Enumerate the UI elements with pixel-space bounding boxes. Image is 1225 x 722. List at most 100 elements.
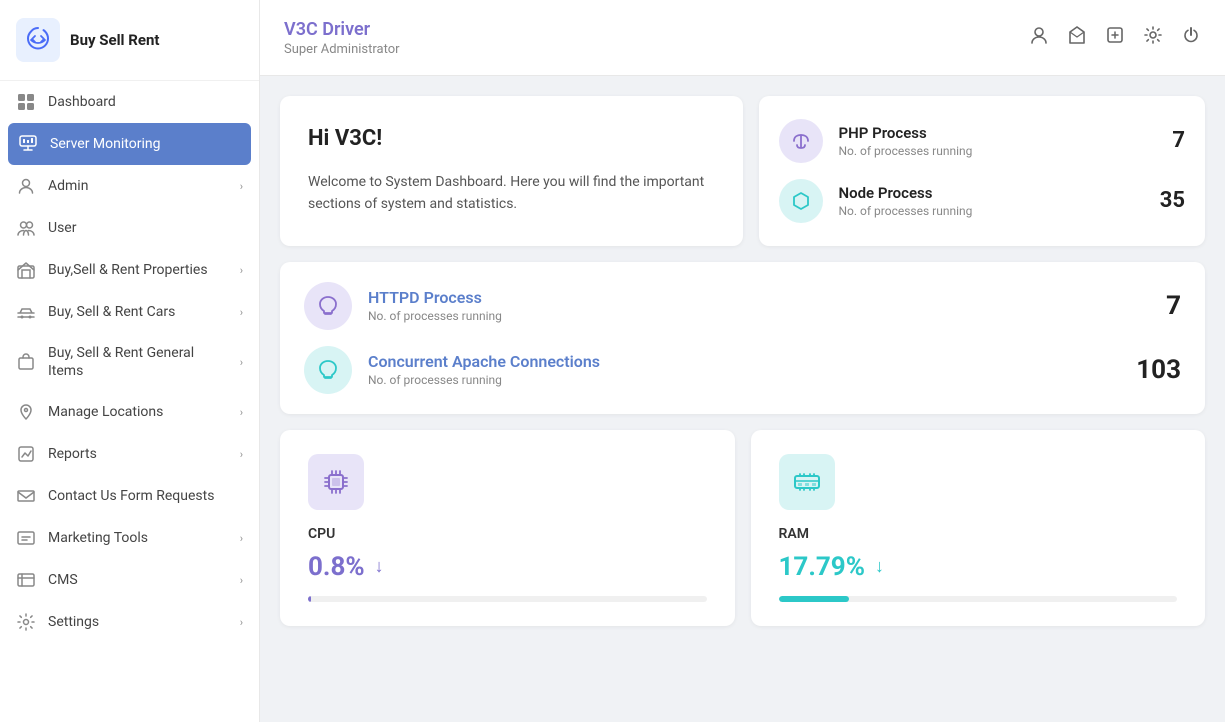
chevron-icon: › [240, 306, 243, 319]
cpu-icon [308, 454, 364, 510]
welcome-greeting: Hi V3C! [308, 126, 715, 151]
sidebar-item-buy-sell-cars[interactable]: Buy, Sell & Rent Cars › [0, 291, 259, 333]
cpu-arrow-icon: ↓ [375, 556, 384, 577]
chevron-icon: › [240, 264, 243, 277]
sidebar: Buy Sell Rent Dashboard Server Monitorin… [0, 0, 260, 722]
node-process-info: Node Process No. of processes running [839, 184, 1144, 218]
server-monitoring-icon [18, 134, 38, 154]
sidebar-item-label: Reports [48, 445, 228, 463]
node-process-icon [779, 179, 823, 223]
cpu-metric-card: CPU 0.8% ↓ [280, 430, 735, 626]
welcome-card: Hi V3C! Welcome to System Dashboard. Her… [280, 96, 743, 246]
main-content: V3C Driver Super Administrator [260, 0, 1225, 722]
sidebar-item-label: Buy, Sell & Rent General Items [48, 344, 228, 380]
profile-icon[interactable] [1029, 25, 1049, 50]
sidebar-item-label: Dashboard [48, 93, 243, 111]
php-process-name: PHP Process [839, 124, 1157, 142]
node-process-count: 35 [1160, 188, 1185, 213]
settings-header-icon[interactable] [1143, 25, 1163, 50]
httpd-info: HTTPD Process No. of processes running [368, 288, 1150, 323]
sidebar-item-admin[interactable]: Admin › [0, 165, 259, 207]
chevron-icon: › [240, 532, 243, 545]
apache-sub: No. of processes running [368, 373, 1120, 387]
ram-bar-wrap [779, 596, 1178, 602]
ram-value: 17.79% [779, 552, 865, 582]
sidebar-item-marketing-tools[interactable]: Marketing Tools › [0, 517, 259, 559]
httpd-row: HTTPD Process No. of processes running 7… [280, 262, 1205, 414]
process-card: PHP Process No. of processes running 7 N… [759, 96, 1206, 246]
sidebar-item-label: User [48, 219, 243, 237]
chevron-icon: › [240, 616, 243, 629]
dashboard-icon [16, 92, 36, 112]
sidebar-item-label: Buy,Sell & Rent Properties [48, 261, 228, 279]
user-icon [16, 218, 36, 238]
sidebar-item-label: Admin [48, 177, 228, 195]
contact-icon [16, 486, 36, 506]
header-actions [1029, 25, 1201, 50]
cpu-bar-wrap [308, 596, 707, 602]
logo-icon [16, 18, 60, 62]
ram-arrow-icon: ↓ [875, 556, 884, 577]
ram-icon [779, 454, 835, 510]
header-title: V3C Driver [284, 19, 400, 40]
chevron-icon: › [240, 180, 243, 193]
apache-info: Concurrent Apache Connections No. of pro… [368, 352, 1120, 387]
sidebar-item-buy-sell-general[interactable]: Buy, Sell & Rent General Items › [0, 333, 259, 391]
cpu-value: 0.8% [308, 552, 365, 582]
sidebar-item-settings[interactable]: Settings › [0, 601, 259, 643]
alert-icon[interactable] [1067, 25, 1087, 50]
php-process-item: PHP Process No. of processes running 7 [779, 119, 1186, 163]
welcome-message: Welcome to System Dashboard. Here you wi… [308, 171, 715, 216]
properties-icon [16, 260, 36, 280]
php-process-info: PHP Process No. of processes running [839, 124, 1157, 158]
cpu-value-row: 0.8% ↓ [308, 552, 707, 582]
apache-connections-item: Concurrent Apache Connections No. of pro… [304, 346, 1181, 394]
sidebar-item-label: Manage Locations [48, 403, 228, 421]
chevron-icon: › [240, 448, 243, 461]
sidebar-item-user[interactable]: User [0, 207, 259, 249]
ram-value-row: 17.79% ↓ [779, 552, 1178, 582]
sidebar-item-label: CMS [48, 571, 228, 589]
httpd-count: 7 [1166, 291, 1181, 321]
cars-icon [16, 302, 36, 322]
sidebar-item-server-monitoring[interactable]: Server Monitoring [8, 123, 251, 165]
sidebar-item-buy-sell-properties[interactable]: Buy,Sell & Rent Properties › [0, 249, 259, 291]
admin-icon [16, 176, 36, 196]
cpu-label: CPU [308, 526, 707, 542]
general-items-icon [16, 352, 36, 372]
welcome-row: Hi V3C! Welcome to System Dashboard. Her… [280, 96, 1205, 246]
apache-name: Concurrent Apache Connections [368, 352, 1120, 371]
marketing-icon [16, 528, 36, 548]
node-process-item: Node Process No. of processes running 35 [779, 179, 1186, 223]
sidebar-item-label: Server Monitoring [50, 135, 241, 153]
sidebar-item-reports[interactable]: Reports › [0, 433, 259, 475]
php-process-count: 7 [1172, 128, 1185, 153]
sidebar-item-label: Settings [48, 613, 228, 631]
settings-icon [16, 612, 36, 632]
chevron-icon: › [240, 406, 243, 419]
sidebar-item-dashboard[interactable]: Dashboard [0, 81, 259, 123]
sidebar-item-contact-form[interactable]: Contact Us Form Requests [0, 475, 259, 517]
apache-count: 103 [1136, 355, 1181, 385]
dashboard-content: Hi V3C! Welcome to System Dashboard. Her… [260, 76, 1225, 646]
power-icon[interactable] [1181, 25, 1201, 50]
sidebar-item-cms[interactable]: CMS › [0, 559, 259, 601]
httpd-icon [304, 282, 352, 330]
header-info: V3C Driver Super Administrator [284, 19, 400, 57]
chevron-icon: › [240, 574, 243, 587]
metrics-row: CPU 0.8% ↓ [280, 430, 1205, 626]
sidebar-item-manage-locations[interactable]: Manage Locations › [0, 391, 259, 433]
logo-text: Buy Sell Rent [70, 31, 159, 49]
httpd-sub: No. of processes running [368, 309, 1150, 323]
php-process-icon [779, 119, 823, 163]
sidebar-nav: Dashboard Server Monitoring Admin › User [0, 81, 259, 643]
reports-icon [16, 444, 36, 464]
sidebar-item-label: Buy, Sell & Rent Cars [48, 303, 228, 321]
cpu-bar [308, 596, 311, 602]
ram-metric-card: RAM 17.79% ↓ [751, 430, 1206, 626]
httpd-process-item: HTTPD Process No. of processes running 7 [304, 282, 1181, 330]
node-process-name: Node Process [839, 184, 1144, 202]
sidebar-item-label: Marketing Tools [48, 529, 228, 547]
edit-icon[interactable] [1105, 25, 1125, 50]
page-header: V3C Driver Super Administrator [260, 0, 1225, 76]
